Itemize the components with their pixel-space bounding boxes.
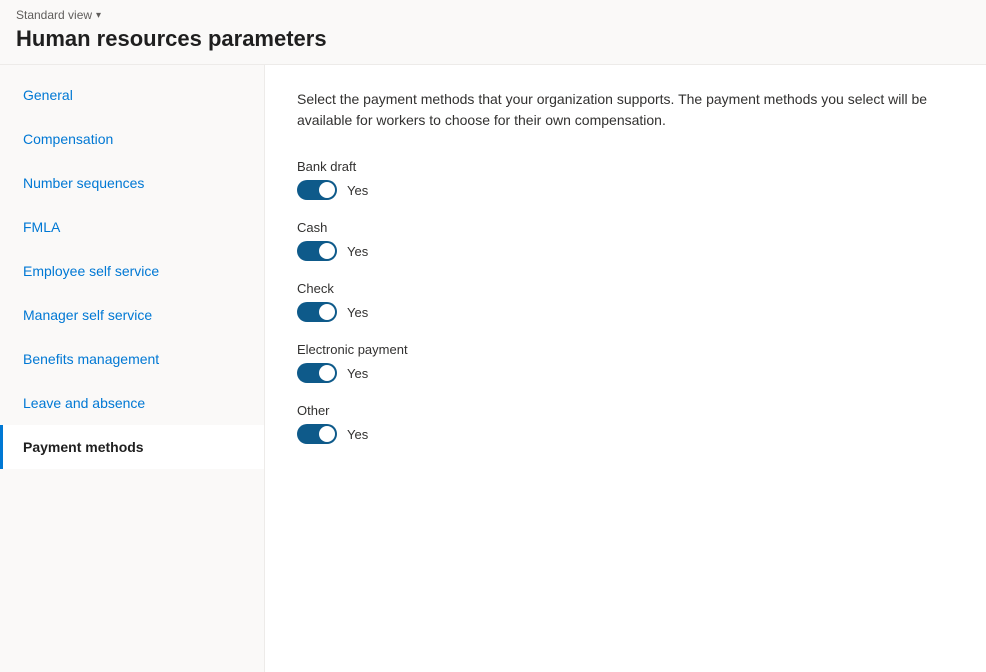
toggle-electronic-payment[interactable] [297, 363, 337, 383]
sidebar-item-payment-methods[interactable]: Payment methods [0, 425, 264, 469]
toggle-check[interactable] [297, 302, 337, 322]
payment-list: Bank draftYesCashYesCheckYesElectronic p… [297, 159, 954, 444]
payment-label-electronic-payment: Electronic payment [297, 342, 954, 357]
toggle-row-check: Yes [297, 302, 954, 322]
sidebar-item-general[interactable]: General [0, 73, 264, 117]
toggle-yes-label-bank-draft: Yes [347, 183, 368, 198]
sidebar-item-number-sequences[interactable]: Number sequences [0, 161, 264, 205]
payment-label-other: Other [297, 403, 954, 418]
toggle-row-cash: Yes [297, 241, 954, 261]
toggle-row-other: Yes [297, 424, 954, 444]
toggle-other[interactable] [297, 424, 337, 444]
standard-view-label[interactable]: Standard view [16, 8, 92, 22]
toggle-row-bank-draft: Yes [297, 180, 954, 200]
sidebar-item-compensation[interactable]: Compensation [0, 117, 264, 161]
toggle-yes-label-cash: Yes [347, 244, 368, 259]
payment-label-check: Check [297, 281, 954, 296]
main-content: Select the payment methods that your org… [265, 65, 986, 672]
toggle-yes-label-check: Yes [347, 305, 368, 320]
toggle-cash[interactable] [297, 241, 337, 261]
toggle-yes-label-electronic-payment: Yes [347, 366, 368, 381]
payment-item-electronic-payment: Electronic payment Yes [297, 342, 954, 383]
payment-label-cash: Cash [297, 220, 954, 235]
toggle-yes-label-other: Yes [347, 427, 368, 442]
payment-item-bank-draft: Bank draft Yes [297, 159, 954, 200]
sidebar-item-benefits-management[interactable]: Benefits management [0, 337, 264, 381]
sidebar-item-leave-and-absence[interactable]: Leave and absence [0, 381, 264, 425]
sidebar-item-fmla[interactable]: FMLA [0, 205, 264, 249]
chevron-down-icon: ▾ [96, 10, 101, 21]
toggle-row-electronic-payment: Yes [297, 363, 954, 383]
payment-item-check: Check Yes [297, 281, 954, 322]
payment-item-cash: Cash Yes [297, 220, 954, 261]
sidebar: GeneralCompensationNumber sequencesFMLAE… [0, 65, 265, 672]
toggle-bank-draft[interactable] [297, 180, 337, 200]
page-title: Human resources parameters [0, 24, 986, 64]
top-bar: Standard view ▾ [0, 0, 986, 24]
sidebar-item-manager-self-service[interactable]: Manager self service [0, 293, 264, 337]
payment-label-bank-draft: Bank draft [297, 159, 954, 174]
page-wrapper: Standard view ▾ Human resources paramete… [0, 0, 986, 672]
sidebar-item-employee-self-service[interactable]: Employee self service [0, 249, 264, 293]
content-area: GeneralCompensationNumber sequencesFMLAE… [0, 64, 986, 672]
payment-item-other: Other Yes [297, 403, 954, 444]
description: Select the payment methods that your org… [297, 89, 954, 131]
